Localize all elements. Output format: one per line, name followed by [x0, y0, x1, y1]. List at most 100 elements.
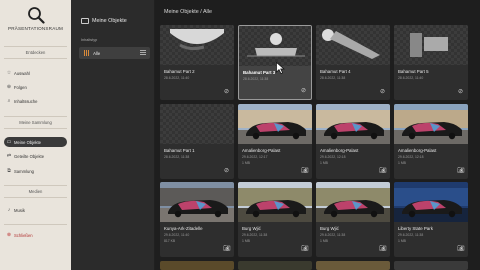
music-icon: ♪ [7, 207, 11, 213]
object-card-partial[interactable] [394, 261, 468, 270]
card-thumbnail [394, 25, 468, 65]
card-date: 28.6.2022, 11:38 [243, 77, 269, 81]
camera-icon: 📷︎ [301, 168, 309, 174]
sidebar-item-musik[interactable]: ♪ Musik [4, 205, 67, 215]
object-card[interactable]: Kunya-Ark-Zitadelle 29.6.2022, 11:40 817 K… [160, 182, 234, 257]
card-title: Amalienborg-Palast [242, 148, 281, 153]
card-title: Amalienborg-Palast [320, 148, 359, 153]
folder-icon [81, 18, 89, 24]
card-date: 28.6.2022, 11:40 [398, 76, 424, 80]
sidebar-item-geteilte-objekte[interactable]: ⇄ Geteilte Objekte [4, 151, 67, 161]
card-date: 29.6.2022, 11:38 [320, 233, 346, 237]
main-content: Meine Objekte / Alle Bahamut Part 2 28.6.… [155, 0, 480, 270]
object-card[interactable]: Liberty State Park 29.6.2022, 11:38 1 MB 📷︎ [394, 182, 468, 257]
card-thumbnail [160, 182, 234, 222]
divider [4, 224, 67, 225]
card-thumbnail [238, 182, 312, 222]
object-card[interactable]: Bahamut Part 3 28.6.2022, 11:38 ⊘ [238, 25, 312, 100]
thumbnail-object [170, 29, 224, 51]
panel-title-text: Meine Objekte [92, 18, 127, 24]
logo-search-icon [27, 7, 45, 24]
object-icon: ⊘ [379, 89, 386, 95]
sidebar-item-label: Geteilte Objekte [14, 153, 45, 159]
object-icon: ⊘ [457, 89, 464, 95]
logo: PRÄSENTATIONSRAUM [0, 6, 71, 31]
card-thumbnail [239, 26, 311, 66]
content-type-label: Inhaltstyp [81, 38, 98, 42]
card-title: Burg Wjić [320, 226, 339, 231]
sidebar-item-sammlung[interactable]: ⧉ Sammlung [4, 166, 67, 176]
filter-all-label: Alle [93, 50, 101, 56]
list-icon[interactable] [140, 50, 146, 55]
card-title: Bahamut Part 1 [164, 148, 195, 153]
card-thumbnail [238, 104, 312, 144]
thumbnail-photo [238, 104, 312, 144]
filter-panel: Meine Objekte Inhaltstyp Alle [71, 0, 155, 270]
thumbnail-photo [316, 104, 390, 144]
camera-icon: 📷︎ [379, 246, 387, 252]
card-title: Bahamut Part 4 [320, 69, 351, 74]
card-date: 29.6.2022, 11:38 [242, 233, 268, 237]
camera-icon: 📷︎ [223, 246, 231, 252]
card-size: 1 MB [242, 239, 250, 243]
object-icon: ⊘ [300, 88, 307, 94]
card-thumbnail [316, 182, 390, 222]
card-size: 1 MB [320, 239, 328, 243]
sidebar-item-label: Inhaltssuche [14, 98, 38, 104]
card-thumbnail [316, 104, 390, 144]
divider [4, 58, 67, 59]
sidebar-item-inhaltssuche[interactable]: ⌕ Inhaltssuche [4, 96, 67, 106]
thumbnail-object [322, 29, 380, 59]
object-card[interactable]: Bahamut Part 4 28.6.2022, 11:38 ⊘ [316, 25, 390, 100]
sidebar-item-label: Musik [14, 207, 25, 213]
object-card[interactable]: Bahamut Part 5 28.6.2022, 11:40 ⊘ [394, 25, 468, 100]
logo-text: PRÄSENTATIONSRAUM [7, 26, 64, 31]
card-date: 29.6.2022, 12:18 [398, 155, 424, 159]
camera-icon: 📷︎ [457, 168, 465, 174]
close-button[interactable]: ⊗ Schließen [4, 230, 67, 240]
card-title: Kunya-Ark-Zitadelle [164, 226, 203, 231]
sidebar-item-folgen[interactable]: ⊕ Folgen [4, 82, 67, 92]
object-card-partial[interactable] [238, 261, 312, 270]
object-icon: ⊘ [223, 168, 230, 174]
thumbnail-photo [160, 182, 234, 222]
section-title-discover: Entdecken [25, 50, 46, 55]
card-date: 29.6.2022, 12:18 [320, 155, 346, 159]
sidebar-item-auswahl[interactable]: ☆ Auswahl [4, 68, 67, 78]
close-label: Schließen [14, 232, 33, 238]
filter-all[interactable]: Alle [79, 47, 150, 59]
object-card[interactable]: Burg Wjić 29.6.2022, 11:38 1 MB 📷︎ [316, 182, 390, 257]
object-card[interactable]: Bahamut Part 2 28.6.2022, 11:40 ⊘ [160, 25, 234, 100]
card-date: 28.6.2022, 11:40 [164, 76, 190, 80]
object-card-partial[interactable] [316, 261, 390, 270]
object-card-partial[interactable] [160, 261, 234, 270]
card-thumbnail [394, 182, 468, 222]
app-window: PRÄSENTATIONSRAUM Entdecken ☆ Auswahl ⊕ … [0, 0, 480, 270]
card-title: Liberty State Park [398, 226, 433, 231]
object-card[interactable]: Bahamut Part 1 28.6.2022, 11:38 ⊘ [160, 104, 234, 179]
card-date: 29.6.2022, 11:38 [398, 233, 424, 237]
card-date: 28.6.2022, 11:38 [164, 155, 190, 159]
card-title: Bahamut Part 5 [398, 69, 429, 74]
sidebar-item-label: Sammlung [14, 168, 35, 174]
sidebar-item-meine-objekte[interactable]: ▭ Meine Objekte [4, 137, 67, 147]
card-title: Bahamut Part 2 [164, 69, 195, 74]
thumbnail-object [247, 33, 305, 57]
object-card[interactable]: Amalienborg-Palast 29.6.2022, 12:18 1 MB 📷︎ [316, 104, 390, 179]
card-title: Bahamut Part 3 [243, 70, 276, 75]
card-thumbnail [160, 104, 234, 144]
mouse-cursor-icon [276, 62, 285, 74]
thumbnail-photo [316, 182, 390, 222]
card-thumbnail [316, 25, 390, 65]
card-size: 1 MB [242, 161, 250, 165]
object-card[interactable]: Amalienborg-Palast 29.6.2022, 12:18 1 MB 📷︎ [394, 104, 468, 179]
card-date: 29.6.2022, 11:40 [164, 233, 190, 237]
object-card[interactable]: Burg Wjić 29.6.2022, 11:38 1 MB 📷︎ [238, 182, 312, 257]
sidebar-item-label: Meine Objekte [14, 139, 41, 145]
card-size: 1 MB [398, 161, 406, 165]
object-icon: ⊘ [223, 89, 230, 95]
star-icon: ☆ [6, 70, 12, 76]
card-date: 29.6.2022, 12:17 [242, 155, 268, 159]
object-card[interactable]: Amalienborg-Palast 29.6.2022, 12:17 1 MB 📷︎ [238, 104, 312, 179]
search-icon: ⌕ [7, 98, 11, 104]
